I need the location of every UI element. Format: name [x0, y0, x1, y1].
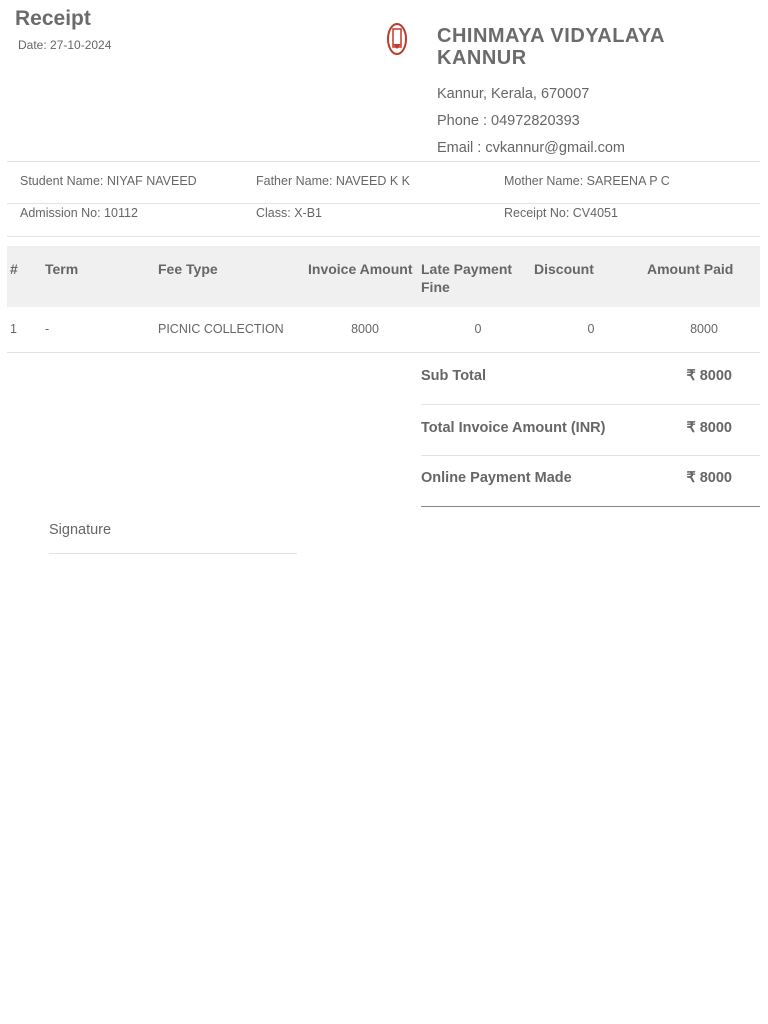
cell-discount: 0	[587, 322, 595, 336]
divider	[421, 455, 760, 456]
total-invoice-label: Total Invoice Amount (INR)	[421, 420, 606, 436]
school-logo-icon	[386, 22, 408, 56]
cell-amount-paid: 8000	[690, 322, 718, 336]
col-discount: Discount	[534, 261, 594, 277]
cell-invoice-amount: 8000	[351, 322, 379, 336]
online-payment-value: ₹ 8000	[686, 470, 732, 486]
receipt-date: Date: 27-10-2024	[18, 38, 112, 52]
school-phone: Phone : 04972820393	[437, 113, 580, 129]
col-late-fine: Late Payment Fine	[421, 261, 513, 295]
class: Class: X-B1	[256, 206, 322, 220]
receipt-no: Receipt No: CV4051	[504, 206, 618, 220]
cell-fee-type: PICNIC COLLECTION	[158, 322, 284, 336]
total-invoice-value: ₹ 8000	[686, 420, 732, 436]
school-email: Email : cvkannur@gmail.com	[437, 140, 625, 156]
online-payment-label: Online Payment Made	[421, 470, 572, 486]
school-name-line1: CHINMAYA VIDYALAYA	[437, 25, 665, 47]
col-fee-type: Fee Type	[158, 261, 218, 277]
cell-late-fine: 0	[474, 322, 482, 336]
subtotal-label: Sub Total	[421, 368, 486, 384]
cell-number: 1	[10, 322, 17, 336]
divider	[7, 161, 760, 162]
divider	[421, 404, 760, 405]
col-number: #	[10, 261, 18, 277]
student-name: Student Name: NIYAF NAVEED	[20, 174, 197, 188]
col-invoice-amount: Invoice Amount	[308, 261, 413, 277]
admission-no: Admission No: 10112	[20, 206, 138, 220]
school-address: Kannur, Kerala, 670007	[437, 86, 590, 102]
divider	[7, 203, 760, 204]
school-name: CHINMAYA VIDYALAYA KANNUR	[437, 25, 665, 69]
signature-line	[49, 553, 297, 554]
signature-label: Signature	[49, 522, 112, 538]
subtotal-value: ₹ 8000	[686, 368, 732, 384]
cell-term: -	[45, 322, 50, 336]
divider	[7, 236, 760, 237]
divider	[421, 506, 760, 507]
divider	[7, 352, 760, 353]
mother-name: Mother Name: SAREENA P C	[504, 174, 670, 188]
father-name: Father Name: NAVEED K K	[256, 174, 410, 188]
col-amount-paid: Amount Paid	[647, 261, 734, 277]
school-name-line2: KANNUR	[437, 47, 527, 69]
page-title: Receipt	[15, 7, 91, 30]
col-term: Term	[45, 261, 79, 277]
